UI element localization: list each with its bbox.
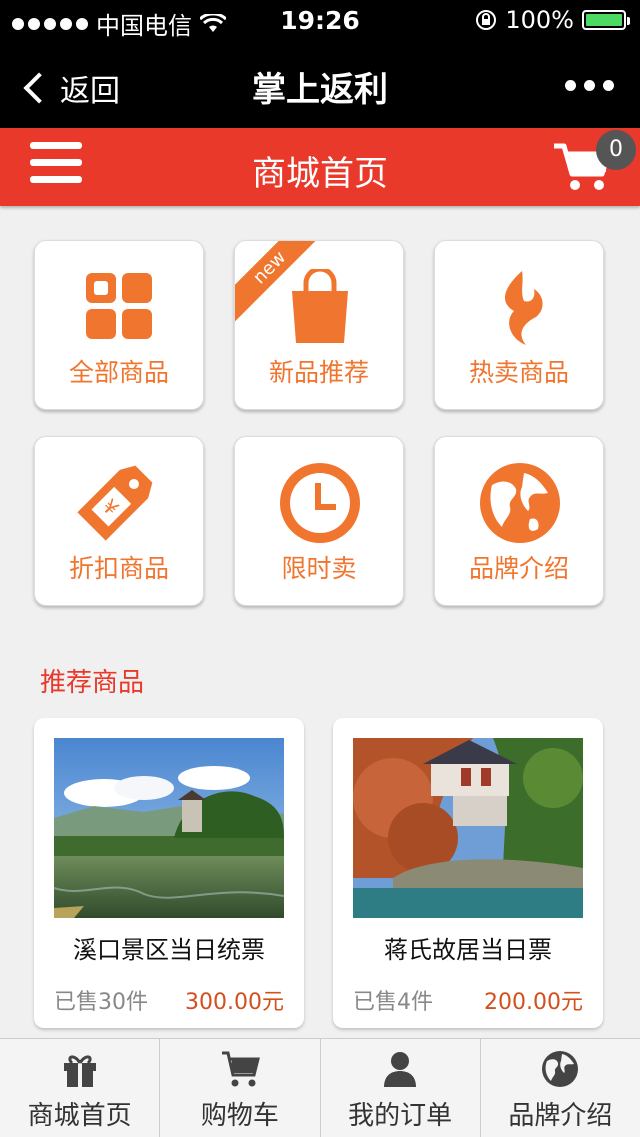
product-card[interactable]: 蒋氏故居当日票 已售4件 200.00元	[333, 718, 603, 1028]
grid-icon	[86, 273, 152, 339]
shop-header: 商城首页	[0, 128, 640, 206]
bottom-tab-bar: 商城首页 购物车 我的订单 品牌介绍	[0, 1038, 640, 1137]
product-card[interactable]: 溪口景区当日统票 已售30件 300.00元	[34, 718, 304, 1028]
battery-icon	[582, 10, 630, 30]
category-limited-time[interactable]: 限时卖	[234, 436, 404, 606]
tab-my-orders[interactable]: 我的订单	[321, 1039, 481, 1137]
clock-icon	[280, 463, 360, 543]
price-tag-icon: ¥	[77, 465, 153, 541]
category-label: 限时卖	[281, 554, 357, 583]
category-discount-products[interactable]: ¥ 折扣商品	[34, 436, 204, 606]
more-options-button[interactable]	[565, 80, 614, 91]
category-hot-products[interactable]: 热卖商品	[434, 240, 604, 410]
category-brand-intro[interactable]: 品牌介绍	[434, 436, 604, 606]
product-sold-count: 已售4件	[353, 990, 433, 1015]
product-price: 200.00元	[484, 990, 583, 1015]
category-new-products[interactable]: new 新品推荐	[234, 240, 404, 410]
globe-icon	[480, 463, 560, 543]
category-label: 折扣商品	[68, 554, 169, 583]
user-icon	[384, 1052, 417, 1087]
product-name: 蒋氏故居当日票	[384, 936, 552, 964]
section-title: 推荐商品	[40, 668, 145, 698]
cart-count-badge: 0	[596, 130, 636, 170]
product-sold-count: 已售30件	[54, 990, 148, 1015]
tab-label: 商城首页	[27, 1101, 132, 1131]
product-name: 溪口景区当日统票	[73, 936, 265, 964]
category-label: 新品推荐	[268, 358, 369, 387]
category-label: 品牌介绍	[468, 554, 569, 583]
cart-icon	[221, 1051, 260, 1087]
tab-label: 品牌介绍	[508, 1101, 613, 1131]
product-image	[54, 738, 284, 918]
category-all-products[interactable]: 全部商品	[34, 240, 204, 410]
category-label: 热卖商品	[468, 358, 569, 387]
nav-title: 掌上返利	[252, 70, 388, 110]
navigation-bar: 返回 掌上返利	[0, 42, 640, 128]
status-bar: 中国电信 19:26 100%	[0, 0, 640, 42]
battery-group: 100%	[475, 6, 630, 34]
tab-shop-home[interactable]: 商城首页	[0, 1039, 161, 1137]
tab-brand-intro[interactable]: 品牌介绍	[481, 1039, 640, 1137]
battery-percent: 100%	[505, 6, 574, 34]
category-label: 全部商品	[68, 358, 169, 387]
tab-cart[interactable]: 购物车	[160, 1039, 321, 1137]
flame-icon	[504, 271, 543, 345]
tab-label: 购物车	[200, 1101, 279, 1131]
product-price: 300.00元	[185, 990, 284, 1015]
gift-icon	[63, 1055, 96, 1087]
product-image	[353, 738, 583, 918]
rotation-lock-icon	[476, 10, 497, 30]
tab-label: 我的订单	[348, 1101, 453, 1131]
globe-icon	[542, 1051, 579, 1087]
shopping-bag-icon	[292, 269, 348, 343]
page-title: 商城首页	[252, 154, 388, 194]
